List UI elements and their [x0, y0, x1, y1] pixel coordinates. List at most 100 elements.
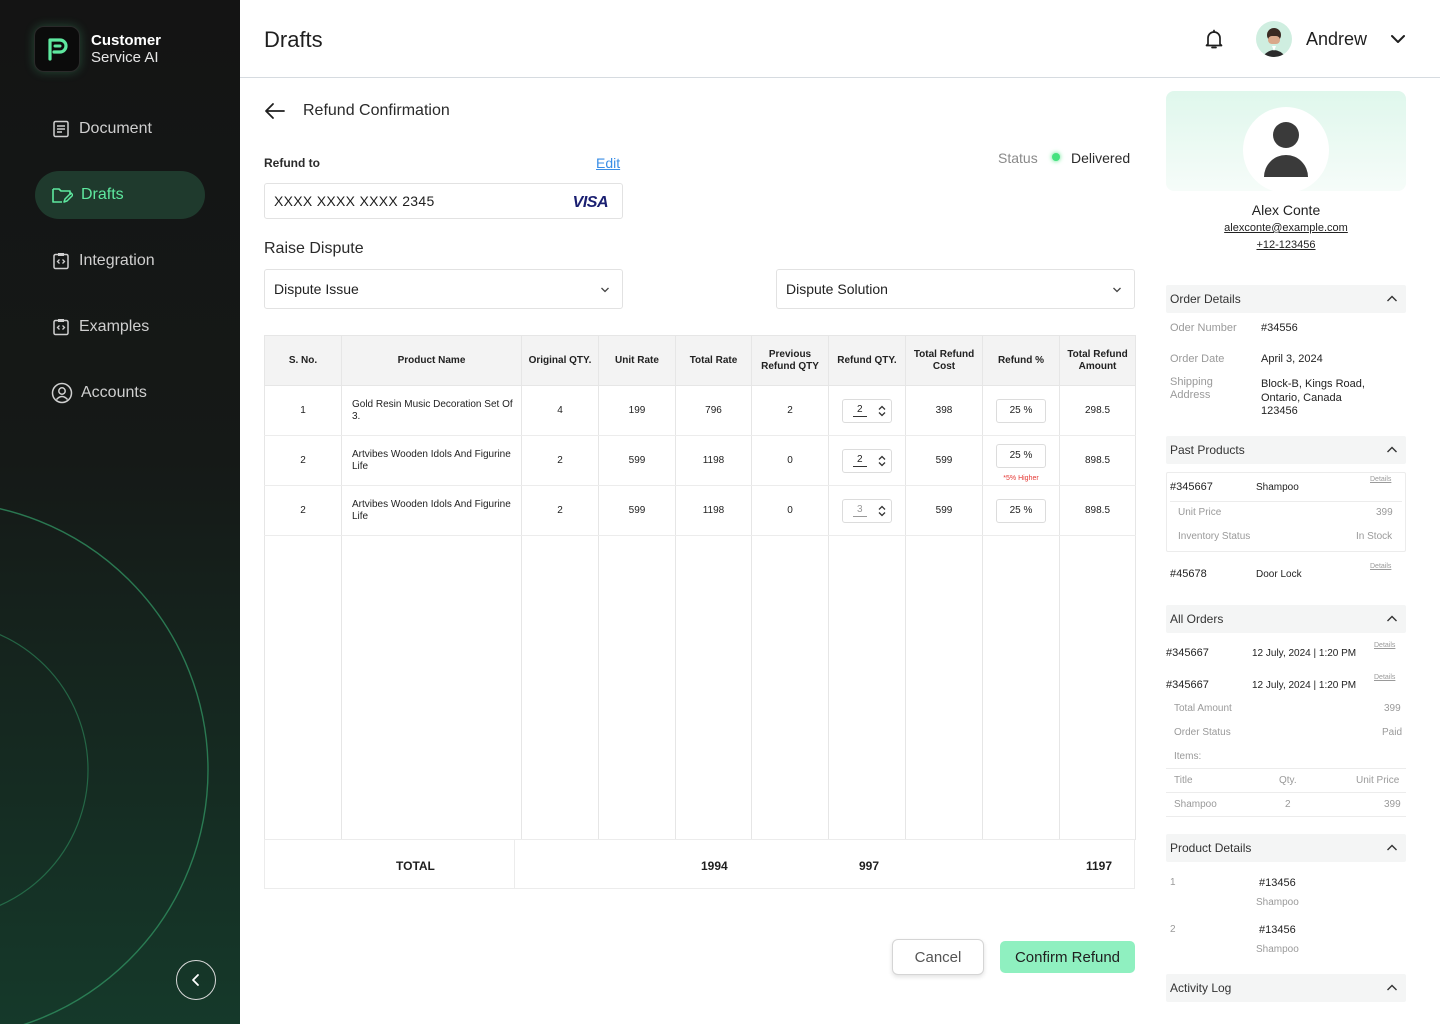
sidebar-item-drafts[interactable]: Drafts [35, 171, 205, 219]
customer-avatar-icon [1243, 107, 1329, 193]
column-header: Total Refund Amount [1059, 335, 1136, 386]
cell-unit-rate: 199 [598, 385, 676, 436]
order-details-link[interactable]: Details [1374, 674, 1395, 681]
dispute-solution-select[interactable]: Dispute Solution [776, 269, 1135, 309]
visa-logo-icon: VISA [572, 194, 609, 211]
section-title: Refund Confirmation [303, 102, 450, 119]
refund-card-field[interactable]: XXXX XXXX XXXX 2345 VISA [264, 183, 623, 219]
refund-percent-input[interactable]: 25 % [996, 498, 1046, 523]
items-col-qty: Qty. [1279, 775, 1297, 786]
dispute-issue-value: Dispute Issue [274, 281, 359, 297]
items-label: Items: [1174, 751, 1202, 762]
product-index: 2 [1170, 924, 1176, 935]
all-orders-accordion[interactable]: All Orders [1166, 605, 1406, 633]
stepper-arrows-icon[interactable] [878, 505, 886, 517]
sidebar-item-examples[interactable]: Examples [35, 303, 205, 351]
order-number-label: Oder Number [1170, 322, 1237, 334]
chevron-up-icon [1387, 446, 1397, 453]
table-empty-space [264, 535, 1136, 840]
past-product-details-link[interactable]: Details [1370, 563, 1391, 570]
activity-log-accordion[interactable]: Activity Log [1166, 974, 1406, 1002]
notification-bell-icon[interactable] [1203, 28, 1225, 55]
document-icon [53, 120, 69, 138]
column-header: Original QTY. [521, 335, 599, 386]
sidebar-item-accounts[interactable]: Accounts [35, 369, 205, 417]
user-avatar[interactable] [1256, 21, 1292, 57]
total-label: TOTAL [396, 859, 435, 873]
refund-percent-input[interactable]: 25 % [996, 444, 1046, 468]
order-status-label: Order Status [1174, 727, 1231, 738]
cell-refund-percent: 25 % [982, 385, 1060, 436]
past-product-details-link[interactable]: Details [1370, 476, 1391, 483]
user-name[interactable]: Andrew [1306, 29, 1367, 50]
stepper-arrows-icon[interactable] [878, 405, 886, 417]
refund-qty-stepper[interactable]: 3 [842, 498, 892, 523]
refund-to-label: Refund to [264, 156, 320, 170]
sidebar-nav: Document Drafts Integration Examples Acc… [35, 105, 205, 435]
brand: Customer Service AI [34, 26, 161, 72]
shipping-address-line: Ontario, Canada [1261, 392, 1342, 404]
dispute-issue-select[interactable]: Dispute Issue [264, 269, 623, 309]
status-indicator-dot [1052, 153, 1060, 161]
refund-qty-value: 3 [853, 504, 867, 517]
refund-percent-input[interactable]: 25 % [996, 398, 1046, 423]
column-header: Previous Refund QTY [751, 335, 829, 386]
cell-total-refund-cost: 599 [905, 435, 983, 486]
chevron-down-icon [1113, 287, 1121, 293]
cell-unit-rate: 599 [598, 485, 676, 536]
product-index: 1 [1170, 877, 1176, 888]
refund-qty-stepper[interactable]: 2 [842, 398, 892, 423]
chevron-down-icon [601, 287, 609, 293]
top-header: Drafts Andrew [240, 0, 1440, 78]
column-header: Refund QTY. [828, 335, 906, 386]
total-refund-amount-sum: 1197 [1086, 859, 1113, 873]
accordion-title: All Orders [1170, 612, 1224, 626]
cancel-button[interactable]: Cancel [892, 939, 984, 975]
refund-qty-stepper[interactable]: 2 [842, 448, 892, 473]
cell-refund-percent: 25 % *5% Higher [982, 435, 1060, 486]
inventory-status-label: Inventory Status [1178, 531, 1251, 542]
confirm-refund-button[interactable]: Confirm Refund [1000, 941, 1135, 973]
sidebar-item-integration[interactable]: Integration [35, 237, 205, 285]
past-products-accordion[interactable]: Past Products [1166, 436, 1406, 464]
product-id: #13456 [1259, 924, 1296, 936]
sidebar-item-label: Examples [79, 318, 150, 335]
column-header: Product Name [341, 335, 522, 386]
chevron-down-icon[interactable] [1390, 31, 1406, 52]
sidebar: Customer Service AI Document Drafts Inte… [0, 0, 240, 1024]
order-id: #345667 [1166, 647, 1209, 659]
chevron-left-icon [192, 974, 199, 986]
refund-percent-warning: *5% Higher [1003, 475, 1039, 482]
table-total-row: TOTAL 1994 997 1197 [264, 839, 1135, 889]
order-details-link[interactable]: Details [1374, 642, 1395, 649]
order-details-accordion[interactable]: Order Details [1166, 285, 1406, 313]
cell-total-rate: 1198 [675, 435, 752, 486]
sidebar-item-document[interactable]: Document [35, 105, 205, 153]
sidebar-item-label: Integration [79, 252, 155, 269]
customer-phone-link[interactable]: +12-123456 [1166, 239, 1406, 251]
accordion-title: Product Details [1170, 841, 1252, 855]
order-date-label: Order Date [1170, 353, 1225, 365]
customer-email-link[interactable]: alexconte@example.com [1166, 222, 1406, 234]
drafts-folder-icon [52, 188, 73, 203]
back-arrow-icon[interactable] [264, 101, 286, 126]
column-header: Refund % [982, 335, 1060, 386]
past-product-id: #345667 [1170, 481, 1213, 493]
sidebar-item-label: Accounts [81, 384, 147, 401]
edit-link[interactable]: Edit [596, 155, 620, 171]
cell-previous-refund-qty: 2 [751, 385, 829, 436]
cell-sno: 1 [264, 385, 342, 436]
cell-original-qty: 4 [521, 385, 599, 436]
accordion-title: Activity Log [1170, 981, 1232, 995]
brand-name: Customer [91, 32, 162, 49]
brand-subtitle: Service AI [91, 49, 159, 66]
product-details-accordion[interactable]: Product Details [1166, 834, 1406, 862]
collapse-sidebar-button[interactable] [176, 960, 216, 1000]
table-row: 2 Artvibes Wooden Idols And Figurine Lif… [264, 435, 1136, 486]
accordion-title: Past Products [1170, 443, 1245, 457]
cell-refund-qty: 2 [828, 435, 906, 486]
column-header: Unit Rate [598, 335, 676, 386]
page-title: Drafts [264, 27, 323, 52]
cell-total-refund-cost: 398 [905, 385, 983, 436]
stepper-arrows-icon[interactable] [878, 455, 886, 467]
